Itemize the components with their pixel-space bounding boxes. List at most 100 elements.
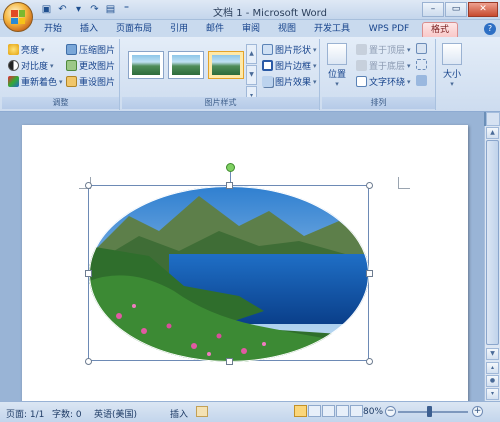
zoom-out-icon[interactable]: − bbox=[385, 406, 396, 417]
resize-handle-e[interactable] bbox=[366, 270, 373, 277]
close-button[interactable]: ✕ bbox=[468, 2, 498, 17]
size-button[interactable]: 大小 ▾ bbox=[442, 43, 462, 88]
compress-icon bbox=[66, 44, 77, 55]
resize-handle-w[interactable] bbox=[85, 270, 92, 277]
rotate-icon bbox=[416, 75, 427, 86]
ruler-toggle[interactable] bbox=[486, 112, 500, 126]
undo-icon[interactable]: ↶ bbox=[56, 3, 69, 16]
page-count[interactable]: 页面: 1/1 bbox=[6, 407, 44, 420]
effects-icon bbox=[262, 76, 273, 87]
zoom-slider-thumb[interactable] bbox=[427, 406, 432, 417]
word-count[interactable]: 字数: 0 bbox=[52, 407, 82, 420]
zoom-in-icon[interactable]: + bbox=[472, 406, 483, 417]
align-icon bbox=[416, 43, 427, 54]
position-button[interactable]: 位置 ▾ bbox=[327, 43, 347, 88]
compress-pictures-button[interactable]: 压缩图片 bbox=[66, 43, 115, 56]
window-title: 文档 1 - Microsoft Word bbox=[213, 8, 327, 19]
browse-object-icon[interactable]: ● bbox=[486, 375, 499, 387]
tab-view[interactable]: 视图 bbox=[274, 22, 300, 37]
document-area bbox=[0, 112, 484, 415]
prev-page-icon[interactable]: ▴ bbox=[486, 362, 499, 374]
resize-handle-sw[interactable] bbox=[85, 358, 92, 365]
print-preview-icon[interactable]: ▤ bbox=[104, 3, 117, 16]
print-layout-view-icon[interactable] bbox=[294, 405, 307, 417]
style-thumbnail-3[interactable] bbox=[208, 51, 244, 79]
position-icon bbox=[327, 43, 347, 65]
macro-record-icon[interactable] bbox=[196, 406, 208, 417]
resize-handle-nw[interactable] bbox=[85, 182, 92, 189]
zoom-level[interactable]: 80% bbox=[363, 407, 383, 417]
help-icon[interactable]: ? bbox=[484, 23, 496, 35]
contrast-button[interactable]: 对比度 ▾ bbox=[8, 59, 54, 72]
web-layout-icon[interactable] bbox=[322, 405, 335, 417]
rotate-button[interactable] bbox=[416, 75, 427, 86]
gallery-down-icon[interactable]: ▼ bbox=[246, 65, 257, 85]
tab-mailings[interactable]: 邮件 bbox=[202, 22, 228, 37]
tab-home[interactable]: 开始 bbox=[40, 22, 66, 37]
size-icon bbox=[442, 43, 462, 65]
send-back-icon bbox=[356, 60, 367, 71]
landscape-image bbox=[89, 186, 369, 362]
size-group: 大小 ▾ bbox=[438, 39, 468, 110]
view-buttons bbox=[294, 405, 363, 417]
text-wrapping-button[interactable]: 文字环绕 ▾ bbox=[356, 75, 411, 88]
align-button[interactable] bbox=[416, 43, 427, 54]
resize-handle-ne[interactable] bbox=[366, 182, 373, 189]
change-picture-button[interactable]: 更改图片 bbox=[66, 59, 115, 72]
language[interactable]: 英语(美国) bbox=[94, 407, 137, 420]
resize-handle-n[interactable] bbox=[226, 182, 233, 189]
outline-view-icon[interactable] bbox=[336, 405, 349, 417]
reset-picture-button[interactable]: 重设图片 bbox=[66, 75, 115, 88]
scroll-down-icon[interactable]: ▼ bbox=[486, 348, 499, 360]
draft-view-icon[interactable] bbox=[350, 405, 363, 417]
reset-picture-icon bbox=[66, 76, 77, 87]
style-thumbnail-2[interactable] bbox=[168, 51, 204, 79]
minimize-button[interactable]: – bbox=[422, 2, 444, 17]
tab-insert[interactable]: 插入 bbox=[76, 22, 102, 37]
tab-review[interactable]: 审阅 bbox=[238, 22, 264, 37]
style-thumbnail-1[interactable] bbox=[128, 51, 164, 79]
quick-access-toolbar: ▣ ↶ ▾ ↷ ▤ ⁼ bbox=[40, 3, 133, 16]
picture-styles-group-label: 图片样式 bbox=[122, 97, 319, 109]
recolor-button[interactable]: 重新着色 ▾ bbox=[8, 75, 63, 88]
change-picture-icon bbox=[66, 60, 77, 71]
group-button[interactable] bbox=[416, 59, 427, 70]
adjust-group-label: 调整 bbox=[2, 97, 119, 109]
bring-front-icon bbox=[356, 44, 367, 55]
border-icon bbox=[262, 60, 273, 71]
brightness-button[interactable]: 亮度 ▾ bbox=[8, 43, 45, 56]
gallery-up-icon[interactable]: ▲ bbox=[246, 44, 257, 64]
tab-page-layout[interactable]: 页面布局 bbox=[112, 22, 156, 37]
shape-icon bbox=[262, 44, 273, 55]
picture-effects-button[interactable]: 图片效果 ▾ bbox=[262, 75, 317, 88]
crop-mark bbox=[398, 177, 410, 189]
maximize-button[interactable]: ▭ bbox=[445, 2, 467, 17]
tab-developer[interactable]: 开发工具 bbox=[310, 22, 354, 37]
resize-handle-se[interactable] bbox=[366, 358, 373, 365]
save-icon[interactable]: ▣ bbox=[40, 3, 53, 16]
customize-qat-icon[interactable]: ⁼ bbox=[120, 3, 133, 16]
bring-to-front-button[interactable]: 置于顶层 ▾ bbox=[356, 43, 411, 56]
scroll-thumb[interactable] bbox=[486, 140, 499, 345]
selected-picture[interactable] bbox=[85, 163, 373, 365]
office-button[interactable] bbox=[3, 2, 33, 32]
send-to-back-button[interactable]: 置于底层 ▾ bbox=[356, 59, 411, 72]
dropdown-icon[interactable]: ▾ bbox=[72, 3, 85, 16]
picture-border-button[interactable]: 图片边框 ▾ bbox=[262, 59, 317, 72]
arrange-group: 位置 ▾ 置于顶层 ▾ 置于底层 ▾ 文字环绕 ▾ 排列 bbox=[322, 39, 436, 110]
redo-icon[interactable]: ↷ bbox=[88, 3, 101, 16]
next-page-icon[interactable]: ▾ bbox=[486, 388, 499, 400]
tab-wps-pdf[interactable]: WPS PDF bbox=[366, 22, 412, 37]
tab-format[interactable]: 格式 bbox=[422, 22, 458, 37]
text-wrap-icon bbox=[356, 76, 367, 87]
resize-handle-s[interactable] bbox=[226, 358, 233, 365]
status-bar: 页面: 1/1 字数: 0 英语(美国) 插入 80% − + bbox=[0, 401, 500, 422]
rotation-handle[interactable] bbox=[226, 163, 235, 172]
zoom-slider[interactable] bbox=[398, 411, 468, 413]
insert-mode[interactable]: 插入 bbox=[170, 407, 188, 420]
tab-references[interactable]: 引用 bbox=[166, 22, 192, 37]
vertical-scrollbar[interactable]: ▲ ▼ ▴ ● ▾ bbox=[484, 126, 500, 401]
scroll-up-icon[interactable]: ▲ bbox=[486, 127, 499, 139]
full-screen-reading-icon[interactable] bbox=[308, 405, 321, 417]
picture-shape-button[interactable]: 图片形状 ▾ bbox=[262, 43, 317, 56]
